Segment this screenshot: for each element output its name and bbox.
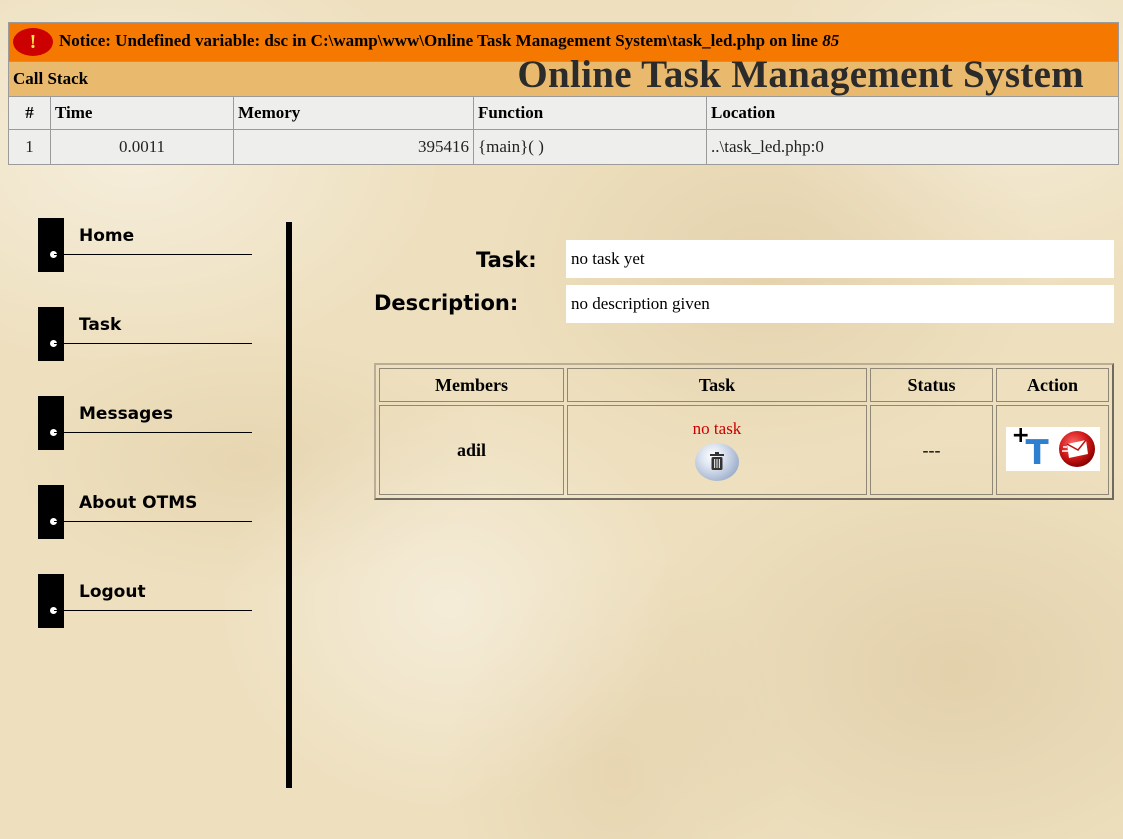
notice-text: Notice: Undefined variable: dsc in C:\wa… [59,30,823,50]
col-status: Status [870,368,993,402]
sidebar-nav: Home Task Messages About OTMS Logout [38,218,252,663]
stack-cell-function: {main}( ) [473,129,707,165]
xdebug-error-table: ! Notice: Undefined variable: dsc in C:\w… [8,22,1119,165]
nav-label-task[interactable]: Task [79,315,121,335]
site-title: Online Task Management System [517,53,1084,96]
members-table: Members Task Status Action adil no task … [374,363,1114,500]
delete-task-button[interactable] [695,443,739,481]
stack-header-row: # Time Memory Function Location [8,96,1119,130]
member-task-text: no task [692,419,742,438]
nav-item-home[interactable]: Home [38,218,252,278]
nav-item-messages[interactable]: Messages [38,396,252,456]
nav-item-task[interactable]: Task [38,307,252,367]
description-value: no description given [566,285,1114,323]
nav-label-home[interactable]: Home [79,226,134,246]
table-row: adil no task --- + T [379,405,1109,495]
nav-label-messages[interactable]: Messages [79,404,173,424]
stack-col-memory: Memory [233,96,474,130]
nav-underline [54,254,252,255]
stack-cell-num: 1 [8,129,51,165]
nav-label-about[interactable]: About OTMS [79,493,197,513]
nav-underline [54,521,252,522]
call-stack-header: Call Stack Online Task Management System [8,53,1119,97]
nav-underline [54,432,252,433]
member-name: adil [456,439,486,460]
nav-bullet-icon [38,574,64,628]
nav-item-logout[interactable]: Logout [38,574,252,634]
status-cell: --- [870,405,993,495]
stack-cell-location: ..\task_led.php:0 [706,129,1119,165]
stack-cell-time: 0.0011 [50,129,234,165]
members-header-row: Members Task Status Action [379,368,1109,402]
nav-underline [54,343,252,344]
task-value: no task yet [566,240,1114,278]
nav-bullet-icon [38,485,64,539]
nav-item-about[interactable]: About OTMS [38,485,252,545]
member-cell: adil [379,405,564,495]
trash-icon [710,452,724,470]
member-status: --- [922,439,941,460]
stack-col-time: Time [50,96,234,130]
t-glyph: T [1025,432,1049,473]
notice-line-number: 85 [822,30,840,50]
warning-icon: ! [13,28,53,56]
stack-col-function: Function [473,96,707,130]
action-icons: + T [1005,423,1100,473]
nav-bullet-icon [38,218,64,272]
sidebar-divider [286,222,292,788]
col-task: Task [567,368,867,402]
task-label: Task: [476,248,537,272]
call-stack-row: Call Stack Online Task Management System [8,53,1119,97]
stack-row: 1 0.0011 395416 {main}( ) ..\task_led.ph… [8,129,1119,165]
nav-bullet-icon [38,307,64,361]
stack-col-num: # [8,96,51,130]
stack-cell-memory: 395416 [233,129,474,165]
call-stack-label: Call Stack [13,69,89,88]
nav-bullet-icon [38,396,64,450]
stack-col-location: Location [706,96,1119,130]
description-label: Description: [374,291,519,315]
action-cell: + T [996,405,1109,495]
add-task-icon[interactable]: + T [1010,423,1056,473]
task-cell: no task [567,405,867,495]
nav-underline [54,610,252,611]
nav-label-logout[interactable]: Logout [79,582,146,602]
col-action: Action [996,368,1109,402]
col-members: Members [379,368,564,402]
message-icon[interactable] [1058,430,1096,468]
